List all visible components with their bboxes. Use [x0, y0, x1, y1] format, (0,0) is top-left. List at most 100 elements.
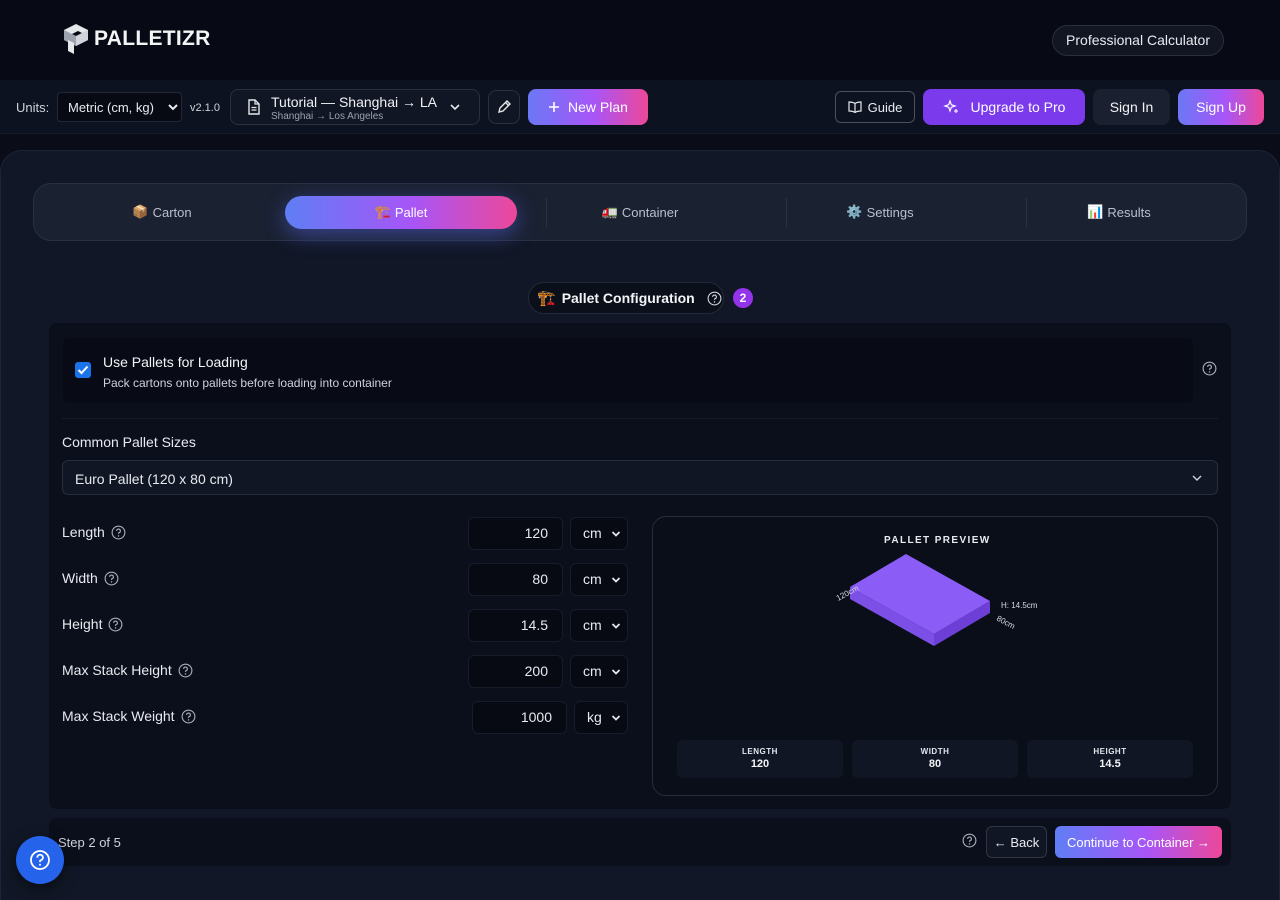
help-icon[interactable] — [1202, 361, 1217, 376]
tab-pallet-label: Pallet — [394, 205, 428, 220]
height-label-text: Height — [62, 616, 103, 632]
plan-route: Shanghai → Los Angeles — [271, 111, 384, 122]
professional-calculator-badge: Professional Calculator — [1052, 25, 1224, 56]
width-label-text: Width — [62, 570, 98, 586]
back-button[interactable]: ← Back — [986, 826, 1047, 858]
help-icon[interactable] — [178, 663, 193, 678]
gear-icon: ⚙️ — [846, 205, 863, 220]
chevron-down-icon — [1192, 475, 1202, 481]
length-label: Length — [62, 524, 126, 540]
logo-icon — [64, 24, 88, 54]
height-unit: cm — [583, 617, 602, 633]
length-stat-label: LENGTH — [742, 747, 778, 756]
help-icon[interactable] — [707, 291, 722, 306]
tab-results[interactable]: 📊 Results — [1003, 196, 1235, 229]
width-unit: cm — [583, 571, 602, 587]
step-badge: 2 — [733, 288, 753, 308]
max-stack-height-label: Max Stack Height — [62, 662, 193, 678]
width-unit-select[interactable]: cm — [570, 563, 628, 596]
box-icon: 📦 — [132, 205, 149, 220]
edit-plan-button[interactable] — [488, 90, 520, 124]
checkmark-icon — [77, 365, 89, 375]
help-icon[interactable] — [108, 617, 123, 632]
height-stat: HEIGHT 14.5 — [1027, 740, 1193, 778]
use-pallets-row — [63, 338, 1193, 403]
length-unit-select[interactable]: cm — [570, 517, 628, 550]
step-indicator: Step 2 of 5 — [58, 835, 121, 850]
toolbar: Units: Metric (cm, kg) v2.1.0 Tutorial —… — [0, 80, 1280, 134]
max-stack-weight-label-text: Max Stack Weight — [62, 708, 175, 724]
max-stack-weight-input[interactable]: 1000 — [472, 701, 567, 734]
brand-bar: PALLETIZR Professional Calculator — [0, 0, 1280, 80]
chevron-down-icon — [611, 623, 621, 629]
document-icon — [248, 99, 260, 115]
width-stat: WIDTH 80 — [852, 740, 1018, 778]
pencil-icon — [498, 100, 511, 113]
max-stack-weight-label: Max Stack Weight — [62, 708, 196, 724]
version-label: v2.1.0 — [190, 102, 220, 114]
help-fab-button[interactable] — [16, 836, 64, 884]
max-stack-height-label-text: Max Stack Height — [62, 662, 172, 678]
tab-settings[interactable]: ⚙️ Settings — [764, 196, 996, 229]
book-icon — [848, 101, 862, 113]
section-title: Pallet Configuration — [561, 290, 695, 306]
max-stack-weight-unit-select[interactable]: kg — [574, 701, 628, 734]
length-unit: cm — [583, 525, 602, 541]
chart-icon: 📊 — [1087, 205, 1104, 220]
help-icon[interactable] — [181, 709, 196, 724]
chevron-down-icon — [611, 531, 621, 537]
guide-label: Guide — [867, 99, 903, 115]
height-label: Height — [62, 616, 123, 632]
construction-icon: 🏗️ — [374, 205, 391, 220]
width-stat-label: WIDTH — [920, 747, 950, 756]
step-tabs: 📦 Carton 🏗️ Pallet 🚛 Container ⚙️ Settin… — [33, 183, 1247, 241]
tab-container[interactable]: 🚛 Container — [524, 196, 756, 229]
tab-results-label: Results — [1107, 205, 1151, 220]
chevron-down-icon — [611, 577, 621, 583]
logo[interactable]: PALLETIZR — [62, 22, 211, 56]
tab-carton[interactable]: 📦 Carton — [46, 196, 278, 229]
tab-container-label: Container — [621, 205, 679, 220]
brand-name: PALLETIZR — [94, 27, 211, 50]
use-pallets-checkbox[interactable] — [75, 362, 91, 378]
length-input[interactable]: 120 — [468, 517, 563, 550]
max-stack-height-unit-select[interactable]: cm — [570, 655, 628, 688]
sign-in-button[interactable]: Sign In — [1093, 89, 1170, 125]
new-plan-button[interactable]: New Plan — [528, 89, 648, 125]
use-pallets-title: Use Pallets for Loading — [103, 354, 248, 370]
chevron-down-icon — [611, 669, 621, 675]
common-pallet-sizes-label: Common Pallet Sizes — [62, 434, 196, 450]
width-input[interactable]: 80 — [468, 563, 563, 596]
help-icon[interactable] — [111, 525, 126, 540]
length-stat: LENGTH 120 — [677, 740, 843, 778]
help-icon[interactable] — [962, 833, 977, 848]
continue-to-container-button[interactable]: Continue to Container → — [1055, 826, 1222, 858]
step-footer — [49, 818, 1231, 866]
sign-up-button[interactable]: Sign Up — [1178, 89, 1264, 125]
units-label: Units: — [16, 100, 50, 115]
height-dimension-tag: H: 14.5cm — [1001, 601, 1038, 610]
construction-icon: 🏗️ — [537, 289, 556, 307]
divider — [62, 418, 1218, 419]
upgrade-label: Upgrade to Pro — [970, 99, 1066, 115]
upgrade-to-pro-button[interactable]: Upgrade to Pro — [923, 89, 1085, 125]
units-select[interactable]: Metric (cm, kg) — [57, 92, 182, 122]
truck-icon: 🚛 — [601, 205, 618, 220]
height-input[interactable]: 14.5 — [468, 609, 563, 642]
new-plan-label: New Plan — [568, 99, 628, 115]
common-pallet-sizes-select[interactable]: Euro Pallet (120 x 80 cm) — [62, 460, 1218, 495]
plan-title: Tutorial — Shanghai → LA — [271, 94, 438, 110]
guide-button[interactable]: Guide — [835, 91, 915, 123]
max-stack-height-input[interactable]: 200 — [468, 655, 563, 688]
plan-selector[interactable]: Tutorial — Shanghai → LA Shanghai → Los … — [230, 89, 480, 125]
use-pallets-description: Pack cartons onto pallets before loading… — [103, 376, 392, 390]
plus-icon — [549, 102, 560, 112]
height-unit-select[interactable]: cm — [570, 609, 628, 642]
tab-pallet[interactable]: 🏗️ Pallet — [285, 196, 517, 229]
pallet-3d-illustration: 120cm 80cm H: 14.5cm — [835, 554, 1038, 646]
max-stack-height-unit: cm — [583, 663, 602, 679]
chevron-down-icon — [611, 715, 621, 721]
help-icon[interactable] — [104, 571, 119, 586]
tab-settings-label: Settings — [866, 205, 914, 220]
chevron-down-icon — [450, 104, 460, 111]
